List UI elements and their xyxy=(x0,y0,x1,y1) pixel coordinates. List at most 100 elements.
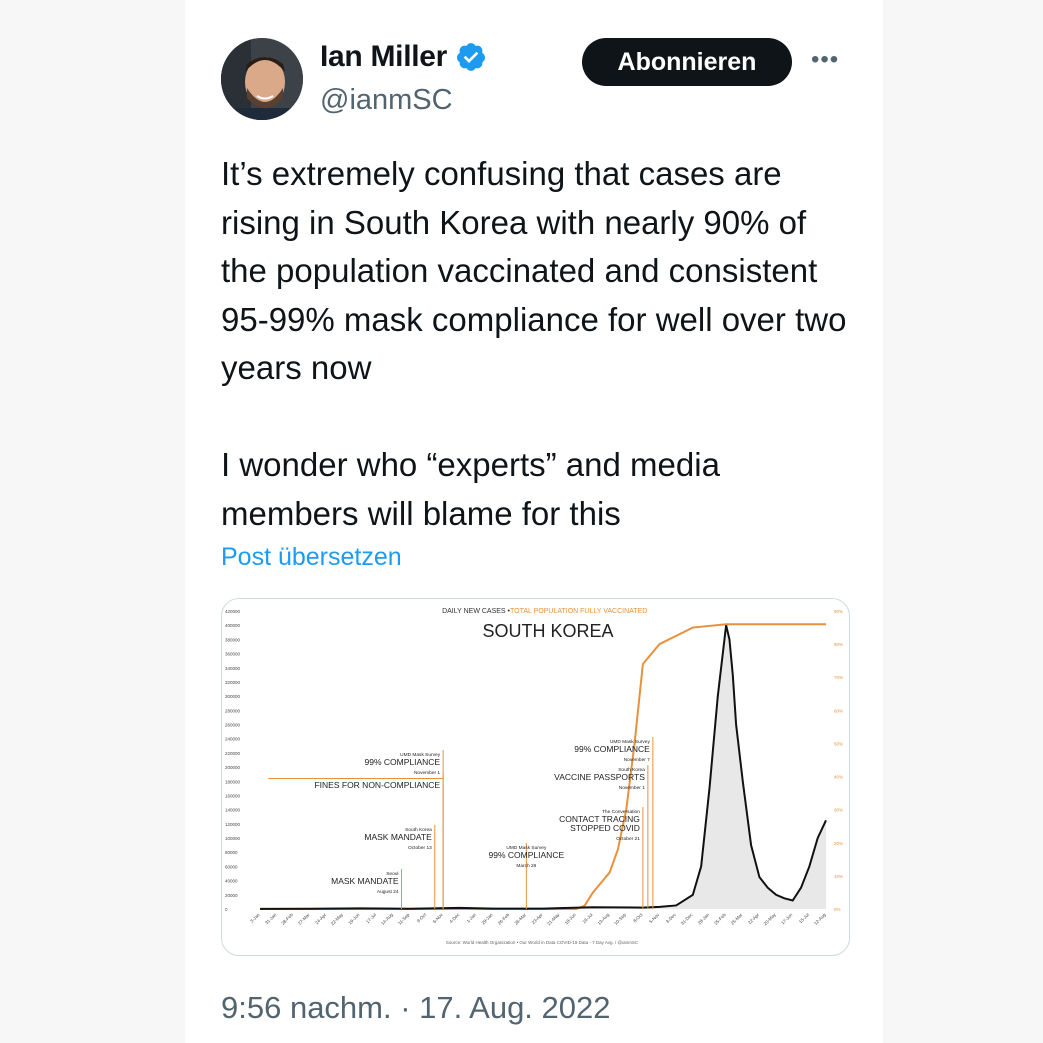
x-tick-label: 22-Apr xyxy=(747,912,760,925)
x-tick-label: 23-Apr xyxy=(531,912,544,925)
x-tick-label: 19-Jun xyxy=(347,912,361,926)
annotation-text: 99% COMPLIANCE xyxy=(574,744,650,754)
x-tick-label: 17-Jul xyxy=(365,912,377,924)
annotation-text: FINES FOR NON-COMPLIANCE xyxy=(314,780,440,790)
x-tick-label: 15-Jul xyxy=(798,912,810,924)
chart-subtitle-vaccinated: TOTAL POPULATION FULLY VACCINATED xyxy=(510,608,647,615)
annotation-text: MASK MANDATE xyxy=(331,876,399,886)
chart-svg: DAILY NEW CASES • TOTAL POPULATION FULLY… xyxy=(225,608,843,945)
y-right-tick-label: 60% xyxy=(834,708,843,713)
y-right-tick-label: 40% xyxy=(834,775,843,780)
x-tick-label: 24-Apr xyxy=(314,912,327,925)
y-right-tick-label: 30% xyxy=(834,808,843,813)
x-tick-label: 17-Jun xyxy=(780,912,794,926)
x-tick-label: 4-Dec xyxy=(448,912,461,925)
author-name[interactable]: Ian Miller xyxy=(320,40,447,74)
y-right-tick-label: 80% xyxy=(834,642,843,647)
x-tick-label: 14-Aug xyxy=(380,912,394,926)
x-tick-label: 5-Nov xyxy=(648,912,661,925)
follow-button[interactable]: Abonnieren xyxy=(582,38,792,86)
y-left-tick-label: 380000 xyxy=(225,637,241,642)
annotation-text: November 1 xyxy=(414,770,440,776)
y-left-tick-label: 420000 xyxy=(225,609,241,614)
y-right-tick-label: 20% xyxy=(834,841,843,846)
annotation-text: October 13 xyxy=(408,845,432,851)
y-right-tick-label: 70% xyxy=(834,675,843,680)
annotation-text: March 26 xyxy=(516,863,536,869)
y-right-tick-label: 50% xyxy=(834,741,843,746)
x-tick-label: 27-Mar xyxy=(297,912,311,926)
x-tick-label: 3-Dec xyxy=(665,912,678,925)
y-left-tick-label: 220000 xyxy=(225,751,241,756)
x-tick-label: 10-Sep xyxy=(613,912,627,926)
y-left-tick-label: 240000 xyxy=(225,737,241,742)
x-tick-label: 26-Feb xyxy=(497,912,511,926)
x-tick-label: 25-Feb xyxy=(713,912,727,926)
chart-subtitle-cases: DAILY NEW CASES • xyxy=(442,608,510,615)
avatar[interactable] xyxy=(221,38,303,120)
y-left-tick-label: 360000 xyxy=(225,652,241,657)
y-left-tick-label: 120000 xyxy=(225,822,241,827)
annotation-text: VACCINE PASSPORTS xyxy=(554,772,645,782)
x-tick-label: 8-Oct xyxy=(632,912,644,924)
author-handle[interactable]: @ianmSC xyxy=(320,84,453,117)
x-tick-label: 28-Jan xyxy=(697,912,711,926)
tweet-timestamp[interactable]: 9:56 nachm. · 17. Aug. 2022 xyxy=(221,990,611,1026)
annotation-text: 99% COMPLIANCE xyxy=(365,757,441,767)
author-row: Ian Miller xyxy=(320,40,487,74)
x-tick-label: 28-Feb xyxy=(280,912,294,926)
x-tick-label: 29-Jan xyxy=(480,912,494,926)
x-tick-label: 18-Jun xyxy=(564,912,578,926)
y-right-tick-label: 90% xyxy=(834,609,843,614)
y-right-tick-label: 10% xyxy=(834,874,843,879)
y-left-tick-label: 400000 xyxy=(225,623,241,628)
verified-badge-icon xyxy=(457,43,486,71)
y-left-tick-label: 140000 xyxy=(225,808,241,813)
x-tick-label: 9-Oct xyxy=(416,912,428,924)
tweet-card: Ian Miller @ianmSC Abonnieren ••• It’s e… xyxy=(185,0,883,1043)
y-left-tick-label: 320000 xyxy=(225,680,241,685)
y-left-tick-label: 20000 xyxy=(225,893,238,898)
y-left-tick-label: 300000 xyxy=(225,694,241,699)
translate-link[interactable]: Post übersetzen xyxy=(221,543,402,572)
annotation-text: August 24 xyxy=(377,889,399,895)
annotation-text: STOPPED COVID xyxy=(570,823,640,833)
x-tick-label: 20-May xyxy=(763,912,778,927)
x-tick-label: 26-Mar xyxy=(513,912,527,926)
y-left-tick-label: 200000 xyxy=(225,765,241,770)
x-tick-label: 31-Dec xyxy=(680,912,694,926)
x-tick-label: 31-Jan xyxy=(264,912,278,926)
x-tick-label: 6-Nov xyxy=(432,912,445,925)
y-left-tick-label: 100000 xyxy=(225,836,241,841)
y-left-tick-label: 80000 xyxy=(225,850,238,855)
x-tick-label: 13-Aug xyxy=(596,912,610,926)
x-tick-label: 3-Jan xyxy=(249,912,261,924)
x-tick-label: 1-Jan xyxy=(466,912,478,924)
y-left-tick-label: 340000 xyxy=(225,666,241,671)
chart-source: Source: World Health Organization • Our … xyxy=(446,940,639,945)
x-tick-label: 21-May xyxy=(546,912,561,927)
y-right-tick-label: 0% xyxy=(834,907,841,912)
x-tick-label: 11-Sep xyxy=(397,912,411,926)
avatar-image xyxy=(221,38,303,120)
y-left-tick-label: 40000 xyxy=(225,879,238,884)
annotation-text: November 1 xyxy=(619,785,645,791)
y-left-tick-label: 180000 xyxy=(225,779,241,784)
y-left-tick-label: 160000 xyxy=(225,793,241,798)
x-tick-label: 25-Mar xyxy=(730,912,744,926)
tweet-media-chart[interactable]: DAILY NEW CASES • TOTAL POPULATION FULLY… xyxy=(221,598,850,956)
y-left-tick-label: 260000 xyxy=(225,723,241,728)
x-tick-label: 12-Aug xyxy=(813,912,827,926)
y-left-tick-label: 280000 xyxy=(225,708,241,713)
tweet-text: It’s extremely confusing that cases are … xyxy=(221,155,847,532)
y-left-tick-label: 60000 xyxy=(225,864,238,869)
x-tick-label: 16-Jul xyxy=(581,912,593,924)
more-icon[interactable]: ••• xyxy=(811,46,839,74)
chart-title: SOUTH KOREA xyxy=(482,621,613,641)
annotation-text: November 7 xyxy=(624,757,650,763)
annotation-text: October 21 xyxy=(616,836,640,842)
x-tick-label: 22-May xyxy=(330,912,345,927)
y-left-tick-label: 0 xyxy=(225,907,228,912)
annotation-text: 99% COMPLIANCE xyxy=(489,850,565,860)
annotation-text: MASK MANDATE xyxy=(364,832,432,842)
